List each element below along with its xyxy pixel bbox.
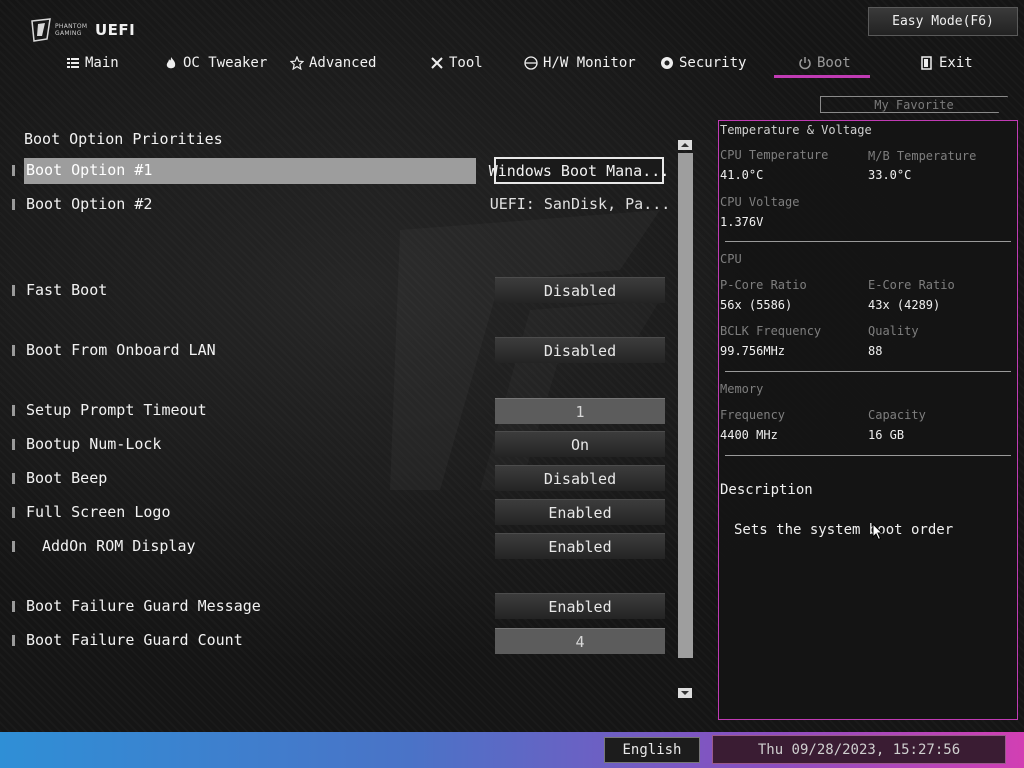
row-marker [12,601,15,612]
ecore-ratio-label: E-Core Ratio [868,278,955,292]
star-icon [290,56,304,70]
cpu-voltage-value: 1.376V [720,215,764,229]
setup-prompt-timeout-value[interactable]: 1 [495,398,665,424]
tab-boot[interactable]: Boot [798,50,851,76]
memory-frequency-value: 4400 MHz [720,428,778,442]
mb-temp-label: M/B Temperature [868,149,977,163]
addon-rom-display-label[interactable]: AddOn ROM Display [42,537,196,555]
boot-option-2-label[interactable]: Boot Option #2 [26,195,152,213]
panel-divider [725,241,1011,242]
tab-label: Security [679,55,747,71]
boot-failure-guard-message-label[interactable]: Boot Failure Guard Message [26,597,261,615]
memory-capacity-label: Capacity [868,408,926,422]
shield-icon [660,56,674,70]
tab-label: Tool [449,55,483,71]
description-title: Description [720,482,813,498]
bclk-frequency-label: BCLK Frequency [720,324,822,338]
tab-label: OC Tweaker [183,55,268,71]
cpu-section-title: CPU [720,252,742,266]
full-screen-logo-label[interactable]: Full Screen Logo [26,503,171,521]
tab-label: H/W Monitor [543,55,636,71]
cpu-temp-label: CPU Temperature [720,148,829,162]
boot-failure-guard-message-value[interactable]: Enabled [495,593,665,619]
power-icon [798,56,812,70]
boot-from-onboard-lan-label[interactable]: Boot From Onboard LAN [26,341,216,359]
bootup-num-lock-label[interactable]: Bootup Num-Lock [26,435,161,453]
brand-small-text: PHANTOM GAMING [55,23,88,37]
exit-icon [920,56,934,70]
row-marker [12,635,15,646]
tab-label: Main [85,55,119,71]
language-button[interactable]: English [604,737,700,763]
quality-value: 88 [868,344,883,358]
pcore-ratio-label: P-Core Ratio [720,278,807,292]
mb-temp-value: 33.0°C [868,168,912,182]
boot-beep-value[interactable]: Disabled [495,465,665,491]
tab-security[interactable]: Security [660,50,746,76]
addon-rom-display-value[interactable]: Enabled [495,533,665,559]
section-title: Boot Option Priorities [24,130,223,148]
tab-oc-tweaker[interactable]: OC Tweaker [164,50,267,76]
row-marker [12,285,15,296]
boot-beep-label[interactable]: Boot Beep [26,469,107,487]
flame-icon [164,56,178,70]
tab-hw-monitor[interactable]: H/W Monitor [524,50,636,76]
bootup-num-lock-value[interactable]: On [495,431,665,457]
tab-label: Boot [817,55,851,71]
quality-label: Quality [868,324,919,338]
memory-frequency-label: Frequency [720,408,786,422]
pcore-ratio-value: 56x (5586) [720,298,793,312]
my-favorite-button[interactable]: My Favorite [820,96,1008,113]
datetime-display: Thu 09/28/2023, 15:27:56 [712,735,1006,764]
monitor-icon [524,56,538,70]
boot-failure-guard-count-label[interactable]: Boot Failure Guard Count [26,631,243,649]
row-marker [12,439,15,450]
fast-boot-value[interactable]: Disabled [495,277,665,303]
memory-capacity-value: 16 GB [868,428,905,442]
tab-label: Advanced [309,55,377,71]
ecore-ratio-value: 43x (4289) [868,298,941,312]
boot-failure-guard-count-value[interactable]: 4 [495,628,665,654]
cpu-voltage-label: CPU Voltage [720,195,800,209]
brand-logo: PHANTOM GAMING UEFI [30,16,135,44]
row-marker [12,199,15,210]
tab-advanced[interactable]: Advanced [290,50,376,76]
row-marker [12,345,15,356]
boot-option-1-label[interactable]: Boot Option #1 [26,161,152,179]
panel-divider [725,455,1011,456]
row-marker [12,405,15,416]
tab-label: Exit [939,55,973,71]
tab-exit[interactable]: Exit [920,50,973,76]
scrollbar-thumb[interactable] [678,153,693,658]
full-screen-logo-value[interactable]: Enabled [495,499,665,525]
description-text: Sets the system boot order [734,522,954,538]
brand-title: UEFI [95,21,136,39]
scroll-down-arrow-icon[interactable] [678,688,692,698]
fast-boot-label[interactable]: Fast Boot [26,281,107,299]
setup-prompt-timeout-label[interactable]: Setup Prompt Timeout [26,401,207,419]
row-marker [12,473,15,484]
memory-section-title: Memory [720,382,764,396]
row-marker [12,541,15,552]
bclk-frequency-value: 99.756MHz [720,344,786,358]
row-marker [12,507,15,518]
boot-from-onboard-lan-value[interactable]: Disabled [495,337,665,363]
tools-icon [430,56,444,70]
list-icon [66,56,80,70]
phantom-gaming-logo-icon [31,18,51,42]
active-tab-indicator [774,75,870,78]
tab-tool[interactable]: Tool [430,50,483,76]
temp-voltage-title: Temperature & Voltage [720,123,872,137]
scroll-up-arrow-icon[interactable] [678,140,692,150]
boot-option-1-value[interactable]: Windows Boot Mana... [489,157,669,184]
boot-option-2-value[interactable]: UEFI: SanDisk, Pa... [490,191,671,217]
panel-divider [725,371,1011,372]
cpu-temp-value: 41.0°C [720,168,764,182]
easy-mode-button[interactable]: Easy Mode(F6) [868,7,1018,36]
mouse-cursor-icon [872,523,884,541]
row-marker [12,165,15,176]
tab-main[interactable]: Main [66,50,119,76]
